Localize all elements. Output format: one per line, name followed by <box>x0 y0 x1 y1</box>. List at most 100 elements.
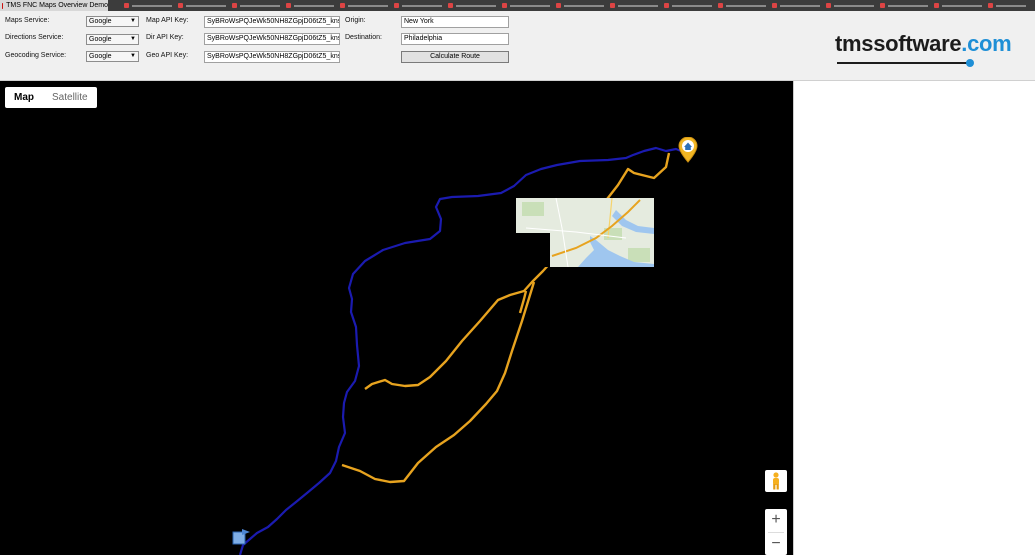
tab-icon <box>934 3 939 8</box>
background-tab[interactable] <box>178 1 238 10</box>
zoom-out-button[interactable]: − <box>765 533 787 555</box>
tab-label-placeholder <box>726 4 766 7</box>
tab-icon <box>826 3 831 8</box>
logo-dot <box>966 59 974 67</box>
home-marker-icon[interactable] <box>678 136 698 165</box>
dir-api-key-label: Dir API Key: <box>146 34 184 41</box>
background-tab[interactable] <box>610 1 670 10</box>
app-icon <box>2 2 4 9</box>
tab-icon <box>340 3 345 8</box>
background-tab[interactable] <box>934 1 994 10</box>
map-type-control: Map Satellite <box>5 87 97 108</box>
tab-label-placeholder <box>294 4 334 7</box>
directions-service-value: Google <box>89 36 112 43</box>
map-api-key-field[interactable]: SyBRoWsPQJeWk50NH8ZGpjD06tZ5_knsIVM <box>204 16 340 28</box>
destination-label: Destination: <box>345 34 382 41</box>
geocoding-service-select[interactable]: Google ▼ <box>86 51 139 62</box>
background-tab[interactable] <box>124 1 184 10</box>
geocoding-service-value: Google <box>89 53 112 60</box>
maps-service-value: Google <box>89 18 112 25</box>
map-type-satellite-button[interactable]: Satellite <box>43 87 97 108</box>
zoom-in-button[interactable]: + <box>765 509 787 532</box>
tab-label-placeholder <box>942 4 982 7</box>
calculate-route-button[interactable]: Calculate Route <box>401 51 509 63</box>
background-tab[interactable] <box>664 1 724 10</box>
tab-label-placeholder <box>240 4 280 7</box>
background-tab[interactable] <box>772 1 832 10</box>
origin-field[interactable]: New York <box>401 16 509 28</box>
window-tab[interactable]: TMS FNC Maps Overview Demo <box>0 0 108 11</box>
tab-icon <box>556 3 561 8</box>
map-tile-gap <box>516 233 550 267</box>
chevron-down-icon: ▼ <box>130 36 136 42</box>
background-tab[interactable] <box>718 1 778 10</box>
tab-label-placeholder <box>348 4 388 7</box>
map-view[interactable]: Map Satellite + − <box>0 81 793 555</box>
tab-label-placeholder <box>618 4 658 7</box>
tab-icon <box>502 3 507 8</box>
side-panel <box>793 81 1035 555</box>
background-tab[interactable] <box>448 1 508 10</box>
tab-icon <box>880 3 885 8</box>
tab-icon <box>124 3 129 8</box>
tab-icon <box>232 3 237 8</box>
primary-route[interactable] <box>364 152 671 390</box>
tab-label-placeholder <box>834 4 874 7</box>
tab-icon <box>394 3 399 8</box>
background-tab[interactable] <box>394 1 454 10</box>
tab-label-placeholder <box>672 4 712 7</box>
street-view-pegman-icon[interactable] <box>765 470 787 492</box>
map-type-map-button[interactable]: Map <box>5 87 43 108</box>
tab-icon <box>772 3 777 8</box>
tab-label-placeholder <box>402 4 442 7</box>
geo-api-key-label: Geo API Key: <box>146 52 189 59</box>
tab-icon <box>610 3 615 8</box>
tab-label-placeholder <box>564 4 604 7</box>
background-tab[interactable] <box>826 1 886 10</box>
tab-icon <box>448 3 453 8</box>
tab-label-placeholder <box>510 4 550 7</box>
background-tab[interactable] <box>286 1 346 10</box>
dir-api-key-field[interactable]: SyBRoWsPQJeWk50NH8ZGpjD06tZ5_knsIVM <box>204 33 340 45</box>
map-tile-preview <box>516 198 654 267</box>
title-bar: TMS FNC Maps Overview Demo <box>0 0 1035 11</box>
tmssoftware-logo: tmssoftware.com <box>835 31 1012 67</box>
logo-text-domain: .com <box>961 31 1012 56</box>
settings-toolbar: Maps Service: Google ▼ Directions Servic… <box>0 11 1035 81</box>
tab-label-placeholder <box>456 4 496 7</box>
tab-icon <box>178 3 183 8</box>
tab-icon <box>718 3 723 8</box>
maps-service-select[interactable]: Google ▼ <box>86 16 139 27</box>
geo-api-key-field[interactable]: SyBRoWsPQJeWk50NH8ZGpjD06tZ5_knsIVM <box>204 51 340 63</box>
zoom-control: + − <box>765 509 787 555</box>
tab-label-placeholder <box>132 4 172 7</box>
map-api-key-label: Map API Key: <box>146 17 189 24</box>
route-overlay <box>238 146 687 555</box>
background-tab[interactable] <box>556 1 616 10</box>
primary-route-loop[interactable] <box>341 281 536 484</box>
logo-text-main: tmssoftware <box>835 31 962 56</box>
tab-label-placeholder <box>996 4 1026 7</box>
tab-label-placeholder <box>780 4 820 7</box>
geocoding-service-label: Geocoding Service: <box>5 52 67 59</box>
logo-underline <box>837 62 968 64</box>
tab-icon <box>988 3 993 8</box>
background-tab[interactable] <box>988 1 1033 10</box>
tab-label-placeholder <box>888 4 928 7</box>
background-tab[interactable] <box>502 1 562 10</box>
tab-icon <box>664 3 669 8</box>
background-tab[interactable] <box>880 1 940 10</box>
tab-icon <box>286 3 291 8</box>
chevron-down-icon: ▼ <box>130 53 136 59</box>
tab-label-placeholder <box>186 4 226 7</box>
destination-flag-icon[interactable] <box>232 528 252 548</box>
origin-label: Origin: <box>345 17 366 24</box>
directions-service-label: Directions Service: <box>5 34 64 41</box>
maps-service-label: Maps Service: <box>5 17 50 24</box>
background-tab[interactable] <box>232 1 292 10</box>
destination-field[interactable]: Philadelphia <box>401 33 509 45</box>
window-title: TMS FNC Maps Overview Demo <box>6 2 108 9</box>
chevron-down-icon: ▼ <box>130 18 136 24</box>
directions-service-select[interactable]: Google ▼ <box>86 34 139 45</box>
background-tab[interactable] <box>340 1 400 10</box>
